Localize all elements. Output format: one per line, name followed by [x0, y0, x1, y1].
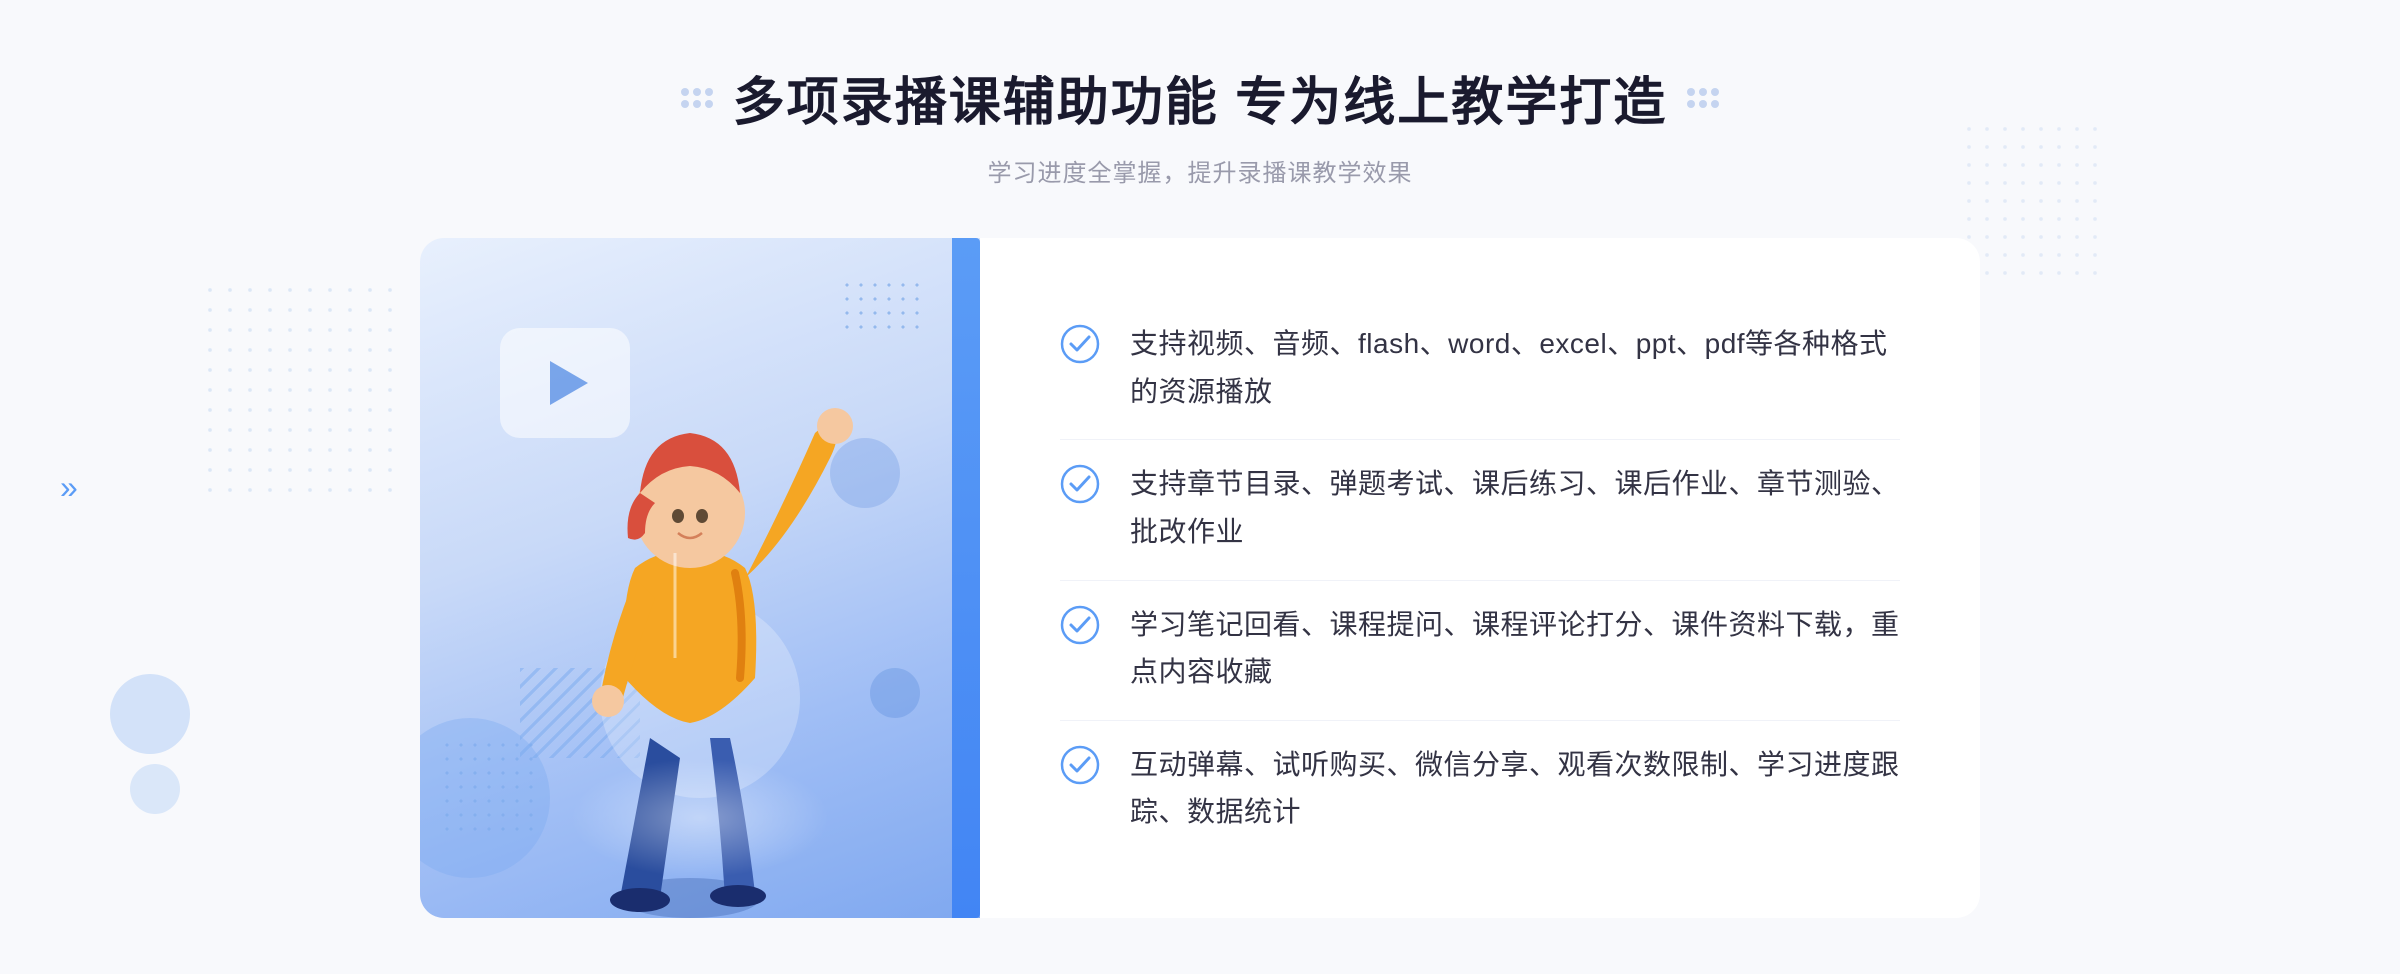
check-icon-1 — [1060, 324, 1100, 364]
header-section: 多项录播课辅助功能 专为线上教学打造 学习进度全掌握，提升录播课教学效果 — [681, 0, 1719, 188]
feature-text-1: 支持视频、音频、flash、word、excel、ppt、pdf等各种格式的资源… — [1130, 320, 1900, 415]
main-content: 支持视频、音频、flash、word、excel、ppt、pdf等各种格式的资源… — [420, 238, 1980, 918]
check-icon-3 — [1060, 605, 1100, 645]
page-circle-blue — [110, 674, 190, 754]
light-aura — [570, 758, 830, 878]
feature-item-1: 支持视频、音频、flash、word、excel、ppt、pdf等各种格式的资源… — [1060, 300, 1900, 435]
feature-item-2: 支持章节目录、弹题考试、课后练习、课后作业、章节测验、批改作业 — [1060, 439, 1900, 575]
title-dots-right — [1687, 88, 1719, 108]
bg-dots-left — [200, 280, 400, 500]
feature-item-4: 互动弹幕、试听购买、微信分享、观看次数限制、学习进度跟踪、数据统计 — [1060, 720, 1900, 856]
feature-text-3: 学习笔记回看、课程提问、课程评论打分、课件资料下载，重点内容收藏 — [1130, 601, 1900, 696]
blue-bar — [952, 238, 980, 918]
bg-dots-right — [1960, 120, 2100, 280]
feature-text-4: 互动弹幕、试听购买、微信分享、观看次数限制、学习进度跟踪、数据统计 — [1130, 741, 1900, 836]
title-row: 多项录播课辅助功能 专为线上教学打造 — [681, 60, 1719, 135]
page-container: » 多项录播课辅助功能 专为线上教学打造 — [0, 0, 2400, 974]
feature-text-2: 支持章节目录、弹题考试、课后练习、课后作业、章节测验、批改作业 — [1130, 460, 1900, 555]
check-icon-4 — [1060, 745, 1100, 785]
features-card: 支持视频、音频、flash、word、excel、ppt、pdf等各种格式的资源… — [980, 238, 1980, 918]
illustration-card — [420, 238, 980, 918]
small-circle-2 — [870, 668, 920, 718]
page-title: 多项录播课辅助功能 专为线上教学打造 — [733, 60, 1667, 135]
feature-item-3: 学习笔记回看、课程提问、课程评论打分、课件资料下载，重点内容收藏 — [1060, 580, 1900, 716]
illus-dots-top-right — [840, 278, 920, 338]
page-subtitle: 学习进度全掌握，提升录播课教学效果 — [681, 153, 1719, 188]
check-icon-2 — [1060, 464, 1100, 504]
page-circle-blue2 — [130, 764, 180, 814]
title-dots-left — [681, 88, 713, 108]
page-chevron-left: » — [60, 471, 78, 503]
